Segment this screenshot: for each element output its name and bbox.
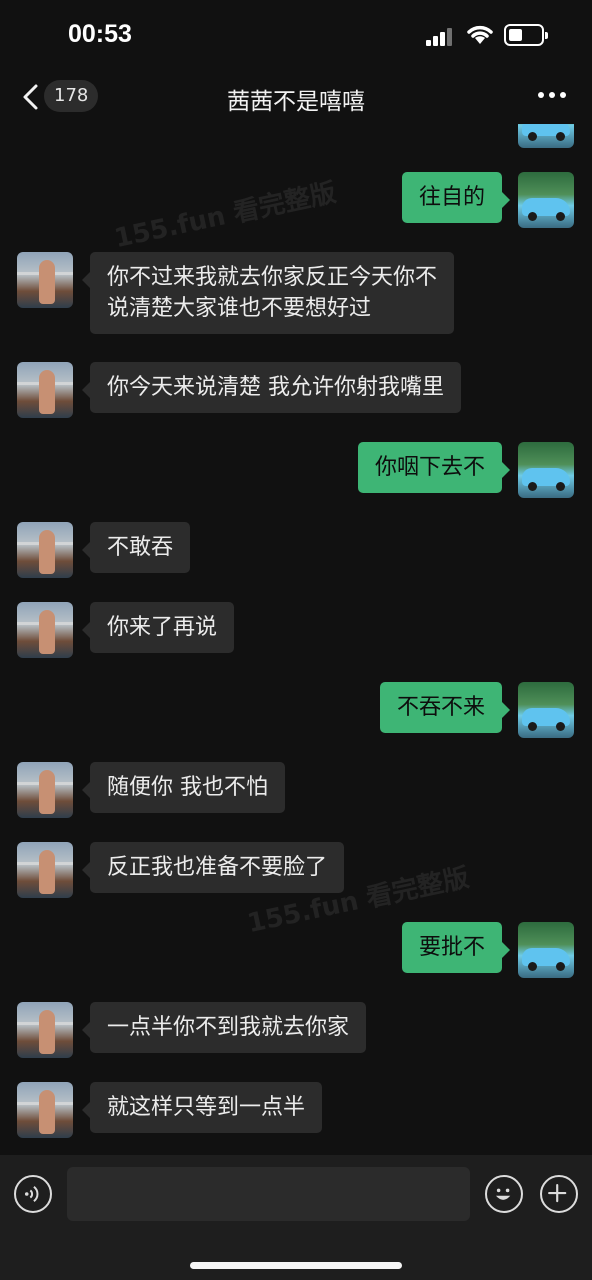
contact-avatar[interactable] (17, 522, 73, 578)
message-row: 你今天来说清楚 我允许你射我嘴里 (0, 362, 592, 452)
message-row: 你咽下去不 (0, 442, 592, 532)
contact-avatar[interactable] (17, 762, 73, 818)
received-message-bubble[interactable]: 你来了再说 (81, 602, 235, 653)
message-row: 你不过来我就去你家反正今天你不 说清楚大家谁也不要想好过 (0, 252, 592, 342)
received-message-bubble[interactable]: 就这样只等到一点半 (81, 1082, 323, 1133)
received-message-bubble[interactable]: 你不过来我就去你家反正今天你不 说清楚大家谁也不要想好过 (81, 252, 455, 334)
my-avatar[interactable] (518, 922, 574, 978)
message-list[interactable]: 来了也白来往自的你不过来我就去你家反正今天你不 说清楚大家谁也不要想好过你今天来… (0, 100, 592, 1155)
contact-avatar[interactable] (17, 1082, 73, 1138)
message-row: 不吞不来 (0, 682, 592, 772)
received-message-bubble[interactable]: 不敢吞 (81, 522, 191, 573)
my-avatar[interactable] (518, 442, 574, 498)
my-avatar[interactable] (518, 682, 574, 738)
message-row: 随便你 我也不怕 (0, 762, 592, 852)
message-row: 就这样只等到一点半 (0, 1082, 592, 1155)
message-input[interactable] (67, 1167, 470, 1221)
received-message-bubble[interactable]: 反正我也准备不要脸了 (81, 842, 345, 893)
signal-icon (426, 26, 456, 46)
sent-message-bubble[interactable]: 要批不 (401, 922, 511, 973)
emoji-icon[interactable] (485, 1175, 523, 1213)
sent-message-bubble[interactable]: 往自的 (401, 172, 511, 223)
battery-icon (504, 24, 548, 46)
contact-avatar[interactable] (17, 1002, 73, 1058)
message-row: 不敢吞 (0, 522, 592, 612)
received-message-bubble[interactable]: 一点半你不到我就去你家 (81, 1002, 367, 1053)
plus-icon[interactable] (540, 1175, 578, 1213)
received-message-bubble[interactable]: 你今天来说清楚 我允许你射我嘴里 (82, 362, 461, 413)
sent-message-bubble[interactable]: 你咽下去不 (357, 442, 511, 493)
received-message-bubble[interactable]: 随便你 我也不怕 (82, 762, 285, 813)
voice-icon[interactable] (14, 1175, 52, 1213)
contact-avatar[interactable] (17, 252, 73, 308)
sent-message-bubble[interactable]: 不吞不来 (379, 682, 511, 733)
more-dots-icon[interactable] (538, 92, 568, 100)
contact-avatar[interactable] (17, 842, 73, 898)
input-bar (0, 1155, 592, 1280)
status-time: 00:53 (68, 20, 132, 48)
wifi-icon (467, 25, 493, 44)
contact-avatar[interactable] (17, 602, 73, 658)
status-bar: 00:53 (0, 0, 592, 70)
message-row: 要批不 (0, 922, 592, 1012)
chat-header: 178 茜茜不是嘻嘻 (0, 70, 592, 124)
message-row: 一点半你不到我就去你家 (0, 1002, 592, 1092)
message-row: 你来了再说 (0, 602, 592, 692)
chat-title: 茜茜不是嘻嘻 (227, 89, 365, 115)
home-indicator[interactable] (190, 1262, 402, 1269)
contact-avatar[interactable] (17, 362, 73, 418)
my-avatar[interactable] (518, 172, 574, 228)
